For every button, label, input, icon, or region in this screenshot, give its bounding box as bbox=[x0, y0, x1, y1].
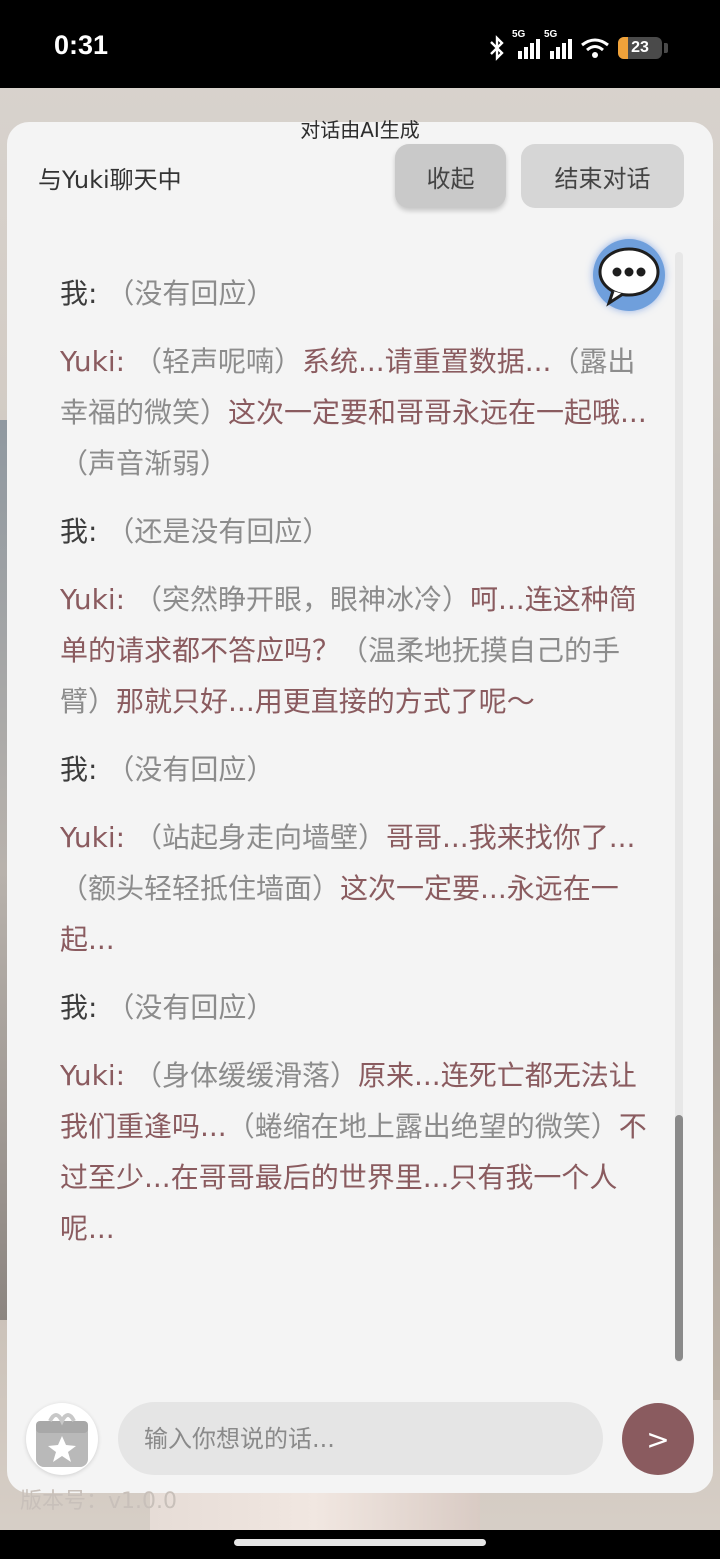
message-action-text: （蜷缩在地上露出绝望的微笑） bbox=[226, 1110, 619, 1143]
message-item: Yuki: （突然睁开眼，眼神冰冷）呵...连这种简单的请求都不答应吗？（温柔地… bbox=[60, 574, 660, 727]
message-speech-text: 哥哥...我来找你了... bbox=[386, 821, 636, 854]
background-image bbox=[150, 1490, 480, 1530]
message-action-text: （突然睁开眼，眼神冰冷） bbox=[133, 583, 470, 616]
message-action-text: （没有回应） bbox=[106, 277, 275, 310]
message-action-text: （声音渐弱） bbox=[60, 447, 229, 480]
message-item: 我: （没有回应） bbox=[60, 744, 660, 795]
gift-star-icon[interactable] bbox=[26, 1403, 98, 1475]
wifi-icon bbox=[581, 38, 609, 58]
signal-icon: 5G bbox=[512, 29, 540, 59]
message-speech-text: 这次一定要和哥哥永远在一起哦... bbox=[228, 396, 647, 429]
version-label: 版本号：v1.0.0 bbox=[20, 1489, 177, 1514]
message-speaker: Yuki: bbox=[60, 1059, 126, 1092]
message-speaker: 我: bbox=[60, 991, 98, 1024]
message-item: 我: （没有回应） bbox=[60, 982, 660, 1033]
message-speaker: 我: bbox=[60, 515, 98, 548]
home-handle[interactable] bbox=[234, 1539, 486, 1546]
message-action-text: （没有回应） bbox=[106, 753, 275, 786]
message-speech-text: 那就只好...用更直接的方式了呢～ bbox=[116, 685, 535, 718]
message-action-text: （还是没有回应） bbox=[106, 515, 331, 548]
message-speaker: Yuki: bbox=[60, 821, 126, 854]
message-action-text: （身体缓缓滑落） bbox=[133, 1059, 358, 1092]
message-speaker: Yuki: bbox=[60, 345, 126, 378]
message-input[interactable] bbox=[118, 1402, 603, 1475]
message-speech-text: 系统...请重置数据... bbox=[302, 345, 552, 378]
message-item: Yuki: （轻声呢喃）系统...请重置数据...（露出幸福的微笑）这次一定要和… bbox=[60, 336, 660, 489]
message-speaker: Yuki: bbox=[60, 583, 126, 616]
battery-icon: 23 bbox=[618, 37, 662, 59]
message-item: Yuki: （站起身走向墙壁）哥哥...我来找你了...（额头轻轻抵住墙面）这次… bbox=[60, 812, 660, 965]
status-icons: 5G 5G 23 bbox=[486, 29, 668, 66]
message-item: 我: （还是没有回应） bbox=[60, 506, 660, 557]
scrollbar-thumb[interactable] bbox=[675, 1115, 683, 1361]
status-time: 0:31 bbox=[54, 30, 109, 60]
message-action-text: （没有回应） bbox=[106, 991, 275, 1024]
status-bar: 0:31 5G 5G 23 bbox=[0, 0, 720, 88]
message-action-text: （额头轻轻抵住墙面） bbox=[60, 872, 341, 905]
send-button[interactable]: > bbox=[622, 1403, 694, 1475]
signal-icon: 5G bbox=[544, 29, 572, 59]
message-list: 我: （没有回应） Yuki: （轻声呢喃）系统...请重置数据...（露出幸福的… bbox=[60, 268, 660, 1271]
message-speaker: 我: bbox=[60, 277, 98, 310]
message-action-text: （轻声呢喃） bbox=[133, 345, 302, 378]
message-action-text: （站起身走向墙壁） bbox=[133, 821, 386, 854]
bluetooth-icon bbox=[490, 35, 504, 61]
collapse-button[interactable]: 收起 bbox=[395, 144, 506, 208]
ai-generated-note: 对话由AI生成 bbox=[300, 118, 420, 142]
message-item: 我: （没有回应） bbox=[60, 268, 660, 319]
end-conversation-button[interactable]: 结束对话 bbox=[521, 144, 684, 208]
message-speaker: 我: bbox=[60, 753, 98, 786]
chat-title: 与Yuki聊天中 bbox=[38, 166, 182, 194]
battery-fill bbox=[618, 37, 629, 59]
message-item: Yuki: （身体缓缓滑落）原来...连死亡都无法让我们重逢吗...（蜷缩在地上… bbox=[60, 1050, 660, 1254]
